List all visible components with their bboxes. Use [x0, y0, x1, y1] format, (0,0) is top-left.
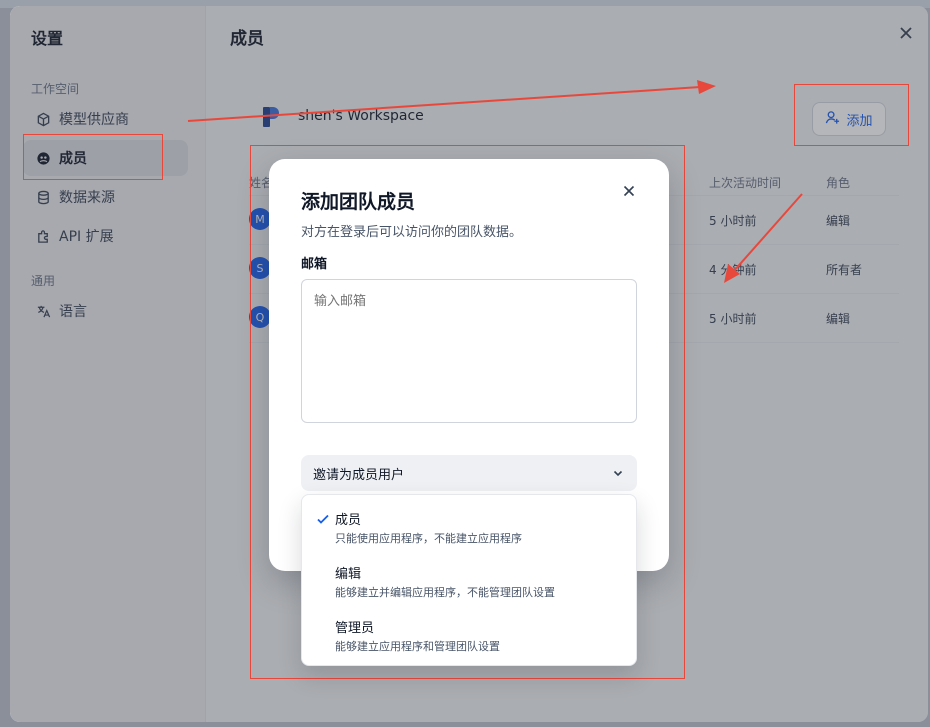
close-icon[interactable]: [619, 181, 639, 201]
add-user-icon: [825, 110, 840, 129]
add-member-button[interactable]: 添加: [812, 102, 886, 136]
close-icon[interactable]: [896, 23, 916, 43]
puzzle-icon: [35, 228, 51, 244]
sidebar-item-model-provider[interactable]: 模型供应商: [23, 101, 188, 137]
dialog-title: 添加团队成员: [301, 191, 416, 213]
option-name: 管理员: [335, 621, 375, 636]
sidebar-item-api-extension[interactable]: API 扩展: [23, 218, 188, 254]
sidebar-item-label: 数据来源: [59, 190, 115, 206]
cube-icon: [35, 111, 51, 127]
sidebar-group-general: 通用: [31, 274, 56, 288]
settings-sidebar: 设置 工作空间 模型供应商 成员 数据来源 API 扩展 通用 语言: [10, 6, 206, 722]
option-description: 只能使用应用程序，不能建立应用程序: [335, 532, 522, 545]
avatar: M: [249, 208, 271, 230]
add-button-label: 添加: [846, 113, 873, 129]
workspace-name: shen's Workspace: [298, 108, 424, 124]
page-title: 成员: [230, 29, 264, 49]
chevron-down-icon: [611, 466, 625, 480]
last-active: 5 小时前: [709, 214, 757, 228]
sidebar-item-language[interactable]: 语言: [23, 293, 188, 329]
option-description: 能够建立并编辑应用程序，不能管理团队设置: [335, 586, 555, 599]
role-select[interactable]: 邀请为成员用户: [301, 455, 637, 491]
settings-title: 设置: [31, 29, 64, 48]
role-dropdown: 成员 只能使用应用程序，不能建立应用程序 编辑 能够建立并编辑应用程序，不能管理…: [301, 494, 637, 666]
option-name: 成员: [335, 513, 362, 528]
sidebar-item-label: 成员: [59, 151, 87, 167]
avatar: Q: [249, 306, 271, 328]
role-value[interactable]: 编辑: [826, 310, 850, 327]
translate-icon: [35, 303, 51, 319]
column-role: 角色: [826, 176, 851, 190]
email-label: 邮箱: [301, 257, 328, 272]
sidebar-item-label: 模型供应商: [59, 112, 129, 128]
database-icon: [35, 189, 51, 205]
role-value[interactable]: 编辑: [826, 212, 850, 229]
sidebar-item-label: 语言: [59, 304, 87, 320]
last-active: 4 分钟前: [709, 263, 757, 277]
sidebar-item-data-source[interactable]: 数据来源: [23, 179, 188, 215]
role-option-admin[interactable]: 管理员 能够建立应用程序和管理团队设置: [302, 603, 636, 657]
last-active: 5 小时前: [709, 312, 757, 326]
dialog-description: 对方在登录后可以访问你的团队数据。: [301, 225, 523, 240]
option-description: 能够建立应用程序和管理团队设置: [335, 640, 500, 653]
role-select-value: 邀请为成员用户: [313, 467, 405, 483]
option-name: 编辑: [335, 567, 362, 582]
email-input[interactable]: [301, 279, 637, 423]
avatar: S: [249, 257, 271, 279]
role-value: 所有者: [826, 263, 863, 277]
check-icon: [316, 511, 330, 525]
members-icon: [35, 150, 51, 166]
role-option-member[interactable]: 成员 只能使用应用程序，不能建立应用程序: [302, 495, 636, 549]
role-option-editor[interactable]: 编辑 能够建立并编辑应用程序，不能管理团队设置: [302, 549, 636, 603]
sidebar-item-label: API 扩展: [59, 229, 114, 245]
sidebar-item-members[interactable]: 成员: [23, 140, 188, 176]
column-last-active: 上次活动时间: [709, 176, 782, 190]
workspace-logo-icon: [262, 106, 280, 128]
sidebar-group-workspace: 工作空间: [31, 82, 80, 96]
